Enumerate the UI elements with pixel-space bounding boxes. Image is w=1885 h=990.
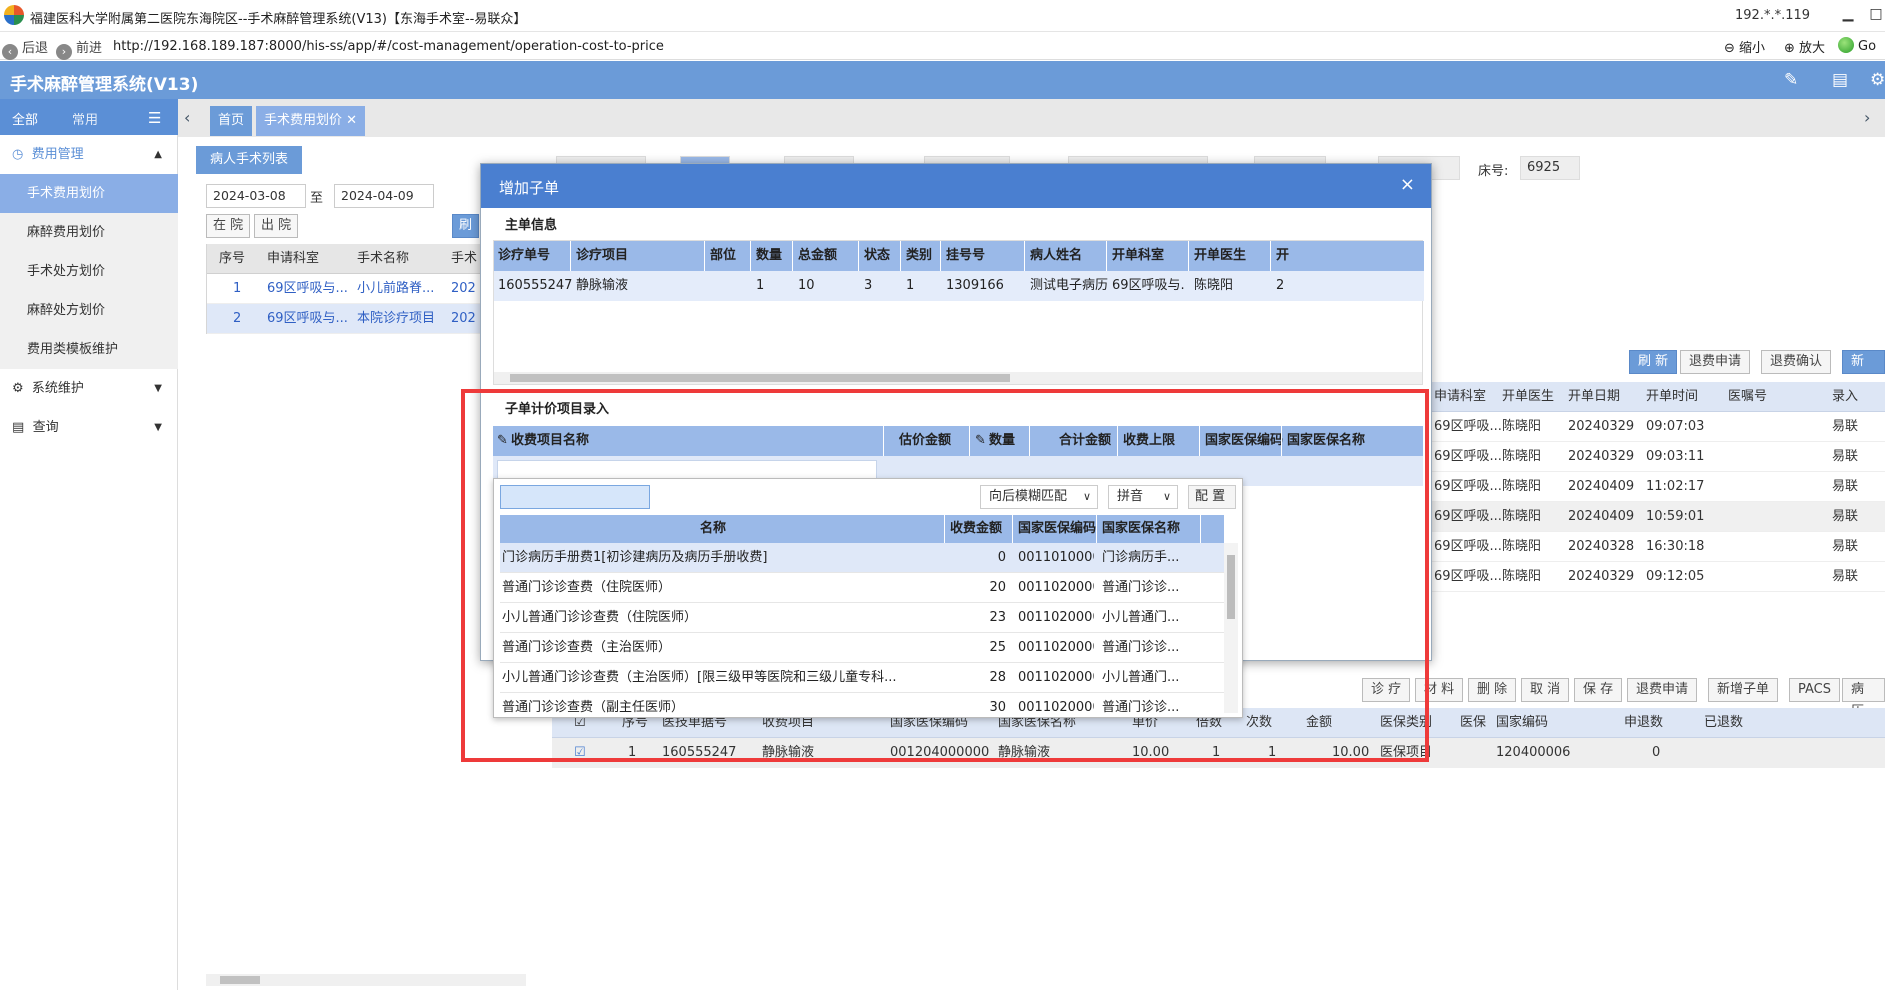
sidebar-item-anesthesia-prescription[interactable]: 麻醉处方划价 <box>0 291 178 330</box>
bed-number-field[interactable]: 6925 <box>1520 156 1580 180</box>
patient-table: 序号 申请科室 手术名称 手术 1 69区呼吸与... 小儿前路脊... 202… <box>206 244 526 334</box>
chevron-down-icon: ▼ <box>154 422 162 433</box>
back-arrow-icon: ‹ <box>2 44 18 60</box>
forward-arrow-icon: › <box>56 44 72 60</box>
date-to-field[interactable]: 2024-04-09 <box>334 184 434 208</box>
url-field[interactable]: http://192.168.189.187:8000/his-ss/app/#… <box>113 39 664 54</box>
gear-icon: ⚙ <box>12 381 24 396</box>
go-icon <box>1838 37 1854 53</box>
panel-title: 病人手术列表 <box>196 146 303 174</box>
table-row[interactable]: 69区呼吸... 陈晓阳 20240409 10:59:01 易联 <box>1430 502 1885 532</box>
new-button[interactable]: 新 开 <box>1842 350 1885 391</box>
dialog-title: 增加子单 <box>499 179 560 197</box>
discharged-button[interactable]: 出 院 <box>254 214 299 238</box>
tab-common[interactable]: 常用 <box>72 109 98 128</box>
main-info-section: 主单信息 <box>505 218 558 233</box>
close-icon[interactable]: × <box>1400 174 1415 195</box>
menu-icon[interactable]: ☰ <box>148 109 161 127</box>
highlight-box <box>461 389 1429 762</box>
table-row[interactable]: 2 69区呼吸与... 本院诊疗项目 202 <box>207 304 526 334</box>
refresh-button[interactable]: 刷 <box>452 214 480 238</box>
refresh-button[interactable]: 刷 新 <box>1629 350 1678 374</box>
restore-icon[interactable]: □ <box>1866 6 1885 22</box>
col-index: 序号 <box>219 251 246 266</box>
tab-all[interactable]: 全部 <box>12 109 38 128</box>
tab-bar: ‹ 首页 手术费用划价 ✕ › <box>178 99 1885 137</box>
table-row[interactable]: 69区呼吸... 陈晓阳 20240329 09:03:11 易联 <box>1430 442 1885 472</box>
zoom-in-icon: ⊕ <box>1784 41 1795 56</box>
col-surgery: 手术 <box>451 251 478 266</box>
app-header: 手术麻醉管理系统(V13) ✎ ▤ ⚙ <box>0 61 1885 99</box>
table-header: 诊疗单号 诊疗项目 部位 数量 总金额 状态 类别 挂号号 病人姓名 开单科室 … <box>494 241 1424 271</box>
cancel-button[interactable]: 取 消 <box>1521 678 1570 702</box>
palette-icon[interactable]: ✎ <box>1784 70 1798 90</box>
refund-request-button[interactable]: 退费申请 <box>1680 350 1751 374</box>
sidebar-group-system[interactable]: ⚙ 系统维护 ▼ <box>0 369 178 408</box>
close-icon[interactable]: ✕ <box>346 113 357 128</box>
sidebar-item-cost-template[interactable]: 费用类模板维护 <box>0 330 178 369</box>
go-button[interactable]: Go <box>1838 37 1876 54</box>
forward-button[interactable]: › 前进 <box>56 37 102 60</box>
zoom-out-button[interactable]: ⊖ 缩小 <box>1724 37 1765 56</box>
bed-label: 床号: <box>1478 164 1509 179</box>
window-title: 福建医科大学附属第二医院东海院区--手术麻醉管理系统(V13)【东海手术室--易… <box>30 12 527 27</box>
table-row[interactable]: 69区呼吸... 陈晓阳 20240409 11:02:17 易联 <box>1430 472 1885 502</box>
clock-icon: ◷ <box>12 147 24 162</box>
date-separator: 至 <box>310 191 324 206</box>
save-button[interactable]: 保 存 <box>1574 678 1623 702</box>
col-surgery-name: 手术名称 <box>357 251 410 266</box>
app-name: 手术麻醉管理系统(V13) <box>10 75 199 95</box>
delete-button[interactable]: 删 除 <box>1468 678 1517 702</box>
zoom-in-button[interactable]: ⊕ 放大 <box>1784 37 1825 56</box>
date-from-field[interactable]: 2024-03-08 <box>206 184 306 208</box>
chevron-down-icon: ▼ <box>154 383 162 394</box>
back-button[interactable]: ‹ 后退 <box>2 37 48 60</box>
order-table-header: 申请科室 开单医生 开单日期 开单时间 医嘱号 录入 <box>1430 382 1885 412</box>
sidebar-item-surgery-cost[interactable]: 手术费用划价 <box>0 174 178 213</box>
col-dept: 申请科室 <box>267 251 320 266</box>
dialog-header: 增加子单 × <box>481 164 1431 208</box>
add-sub-order-button[interactable]: 新增子单 <box>1708 678 1779 702</box>
table-row[interactable]: 69区呼吸... 陈晓阳 20240329 09:07:03 易联 <box>1430 412 1885 442</box>
chevron-left-icon[interactable]: ‹ <box>184 108 190 127</box>
minimize-icon[interactable]: ▁ <box>1838 6 1858 22</box>
window-title-bar: 福建医科大学附属第二医院东海院区--手术麻醉管理系统(V13)【东海手术室--易… <box>0 0 1885 32</box>
table-row[interactable]: 69区呼吸... 陈晓阳 20240329 09:12:05 易联 <box>1430 562 1885 592</box>
settings-icon[interactable]: ⚙ <box>1870 70 1885 90</box>
sidebar: 全部 常用 ☰ ◷ 费用管理 ▲ 手术费用划价 麻醉费用划价 手术处方划价 麻醉处… <box>0 99 178 990</box>
refund-confirm-button[interactable]: 退费确认 <box>1761 350 1832 374</box>
table-row[interactable]: 1 69区呼吸与... 小儿前路脊... 202 <box>207 274 526 304</box>
horizontal-scrollbar[interactable] <box>494 372 1422 384</box>
table-row[interactable]: 160555247 静脉输液 1 10 3 1 1309166 测试电子病历 6… <box>494 271 1424 301</box>
zoom-out-icon: ⊖ <box>1724 41 1735 56</box>
medical-record-button[interactable]: 病 历 <box>1842 678 1885 719</box>
sidebar-tabs: 全部 常用 ☰ <box>0 99 178 135</box>
table-header: 序号 申请科室 手术名称 手术 <box>207 244 526 274</box>
horizontal-scrollbar[interactable] <box>206 974 526 986</box>
chevron-right-icon[interactable]: › <box>1864 108 1870 127</box>
app-logo-icon <box>4 5 24 25</box>
main-info-table: 诊疗单号 诊疗项目 部位 数量 总金额 状态 类别 挂号号 病人姓名 开单科室 … <box>493 240 1424 385</box>
tab-home[interactable]: 首页 <box>210 106 253 136</box>
tab-surgery-cost[interactable]: 手术费用划价 ✕ <box>256 106 366 136</box>
chevron-up-icon: ▲ <box>154 149 162 160</box>
sidebar-item-anesthesia-cost[interactable]: 麻醉费用划价 <box>0 213 178 252</box>
in-hospital-button[interactable]: 在 院 <box>206 214 251 238</box>
sidebar-group-cost[interactable]: ◷ 费用管理 ▲ <box>0 135 178 174</box>
ip-address: 192.*.*.119 <box>1735 8 1811 23</box>
browser-address-bar: ‹ 后退 › 前进 http://192.168.189.187:8000/his-… <box>0 32 1885 60</box>
table-row[interactable]: 69区呼吸... 陈晓阳 20240328 16:30:18 易联 <box>1430 532 1885 562</box>
sidebar-item-surgery-prescription[interactable]: 手术处方划价 <box>0 252 178 291</box>
refund-request-button[interactable]: 退费申请 <box>1627 678 1698 702</box>
document-icon[interactable]: ▤ <box>1832 70 1848 90</box>
pacs-button[interactable]: PACS <box>1789 678 1841 702</box>
sidebar-group-query[interactable]: ▤ 查询 ▼ <box>0 408 178 447</box>
list-icon: ▤ <box>12 420 25 435</box>
